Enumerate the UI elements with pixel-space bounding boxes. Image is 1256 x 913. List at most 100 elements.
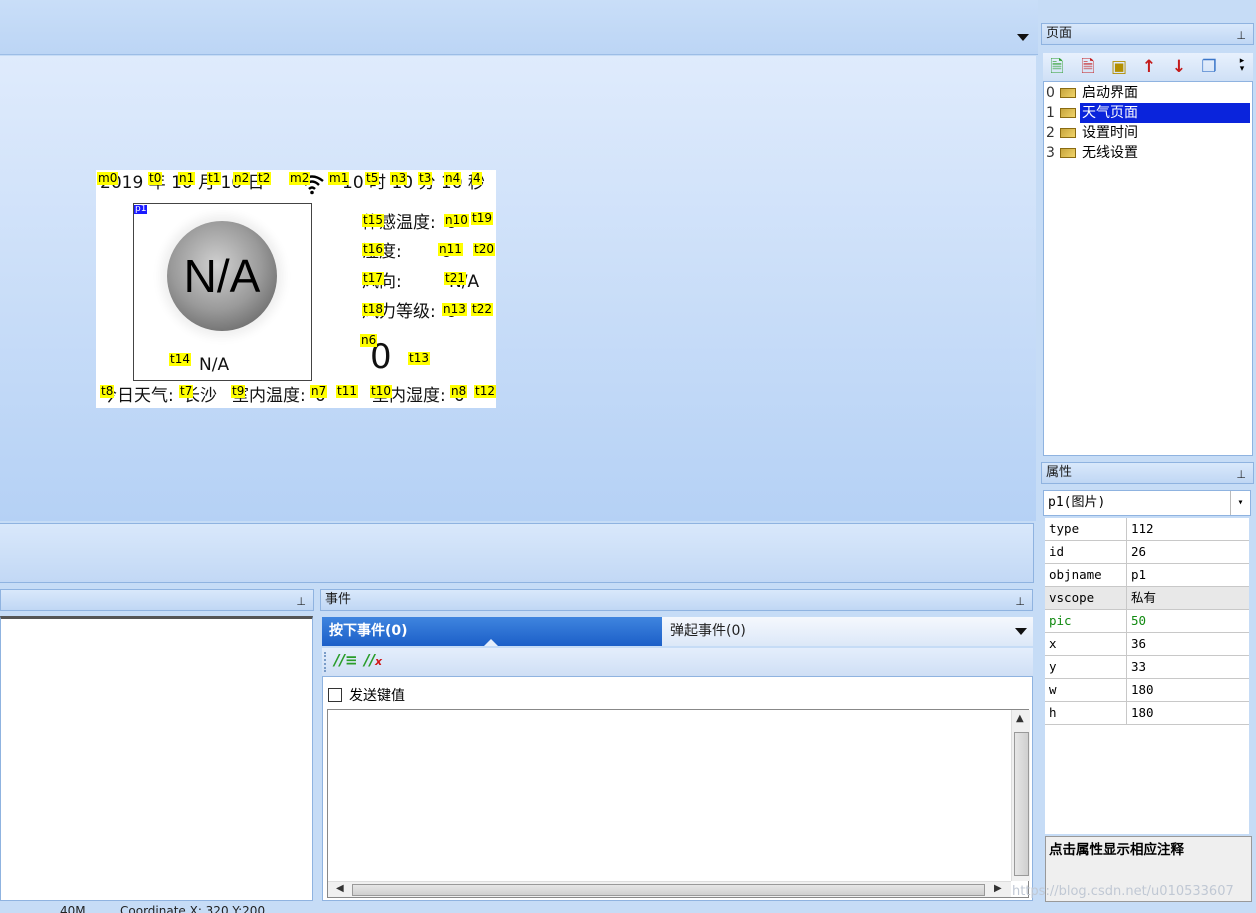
prop-row[interactable]: id 26 — [1045, 541, 1249, 564]
chevron-down-icon[interactable] — [1015, 628, 1027, 635]
prop-row[interactable]: objname p1 — [1045, 564, 1249, 587]
component-tag[interactable]: t0 — [148, 172, 163, 185]
memory-text: 40M — [60, 904, 86, 913]
component-tag[interactable]: m0 — [97, 172, 119, 185]
component-tag[interactable]: n2 — [233, 172, 251, 185]
component-tag[interactable]: t16 — [362, 243, 384, 256]
component-tag[interactable]: t8 — [100, 385, 115, 398]
chevron-down-icon[interactable]: ▾ — [1230, 491, 1250, 515]
picture-text: N/A — [183, 250, 261, 302]
page-item[interactable]: 2 设置时间 — [1046, 123, 1140, 143]
canvas-lower-strip — [0, 523, 1034, 583]
prop-row[interactable]: x 36 — [1045, 633, 1249, 656]
pages-list: 0 启动界面 1 天气页面 2 设置时间 3 无线设置 — [1043, 81, 1253, 456]
output-panel-header: ⊥ — [0, 589, 314, 611]
object-select-value: p1(图片) — [1048, 495, 1106, 510]
event-code-editor[interactable]: ▲ ◀ ▶ — [327, 709, 1030, 898]
component-tag[interactable]: t7 — [179, 385, 194, 398]
component-tag[interactable]: t22 — [471, 303, 493, 316]
component-tag[interactable]: t20 — [473, 243, 495, 256]
object-select[interactable]: p1(图片) ▾ — [1043, 490, 1251, 516]
status-bar: 40M Coordinate X: 320 Y:200 — [0, 903, 1256, 913]
pin-icon[interactable]: ᅟ⊥ — [1226, 26, 1246, 46]
weather-caption: N/A — [199, 355, 230, 375]
component-tag[interactable]: n6 — [360, 334, 378, 347]
events-panel-title: 事件 — [325, 592, 352, 607]
page-icon — [1060, 88, 1076, 98]
tab-release-event[interactable]: 弹起事件(0) — [662, 617, 1033, 646]
component-tag[interactable]: t3 — [418, 172, 433, 185]
output-panel[interactable] — [0, 616, 313, 901]
prop-row[interactable]: w 180 — [1045, 679, 1249, 702]
component-tag[interactable]: t9 — [231, 385, 246, 398]
component-tag[interactable]: n3 — [390, 172, 408, 185]
component-tag[interactable]: n11 — [438, 243, 463, 256]
prop-row[interactable]: pic 50 — [1045, 610, 1249, 633]
chevron-down-icon[interactable] — [1017, 34, 1029, 41]
component-tag[interactable]: t14 — [169, 353, 191, 366]
page-item-selected[interactable]: 1 天气页面 — [1046, 103, 1250, 123]
scroll-thumb[interactable] — [352, 884, 985, 896]
pages-panel-title: 页面 — [1046, 26, 1073, 41]
component-tag[interactable]: m2 — [289, 172, 311, 185]
time-text: 10 时 10 分 10 秒 — [342, 173, 485, 193]
component-tag[interactable]: n7 — [310, 385, 328, 398]
component-tag[interactable]: t10 — [370, 385, 392, 398]
send-key-checkbox[interactable] — [328, 688, 342, 702]
component-tag[interactable]: n8 — [450, 385, 468, 398]
component-tag[interactable]: t18 — [362, 303, 384, 316]
pages-toolbar: 🗎 🗎 ▣ ↑ ↓ ❐ ▸ ▾ — [1043, 53, 1253, 81]
component-tag[interactable]: t15 — [362, 214, 384, 227]
component-tag[interactable]: n1 — [178, 172, 196, 185]
component-tag[interactable]: n10 — [444, 214, 469, 227]
scroll-thumb[interactable] — [1014, 732, 1029, 876]
component-tag[interactable]: m1 — [328, 172, 350, 185]
component-tag[interactable]: 4 — [472, 172, 482, 185]
page-item[interactable]: 0 启动界面 — [1046, 83, 1140, 103]
add-page-icon[interactable]: 🗎 — [1047, 57, 1067, 77]
send-key-label: 发送键值 — [349, 688, 405, 704]
uncomment-icon[interactable]: //x — [364, 651, 382, 669]
device-screen[interactable]: 2019 年 10 月 10 日 10 时 10 分 10 秒 N/A N/A … — [96, 170, 496, 408]
component-tag[interactable]: n13 — [442, 303, 467, 316]
copy-page-icon[interactable]: ❐ — [1199, 57, 1219, 77]
component-tag[interactable]: t11 — [336, 385, 358, 398]
props-table: type 112 id 26 objname p1 vscope 私有 pic 50 x3… — [1045, 518, 1249, 834]
component-tag[interactable]: t21 — [444, 272, 466, 285]
component-tag[interactable]: t2 — [257, 172, 272, 185]
component-tag[interactable]: t19 — [471, 212, 493, 225]
pin-icon[interactable]: ⊥ — [1015, 592, 1025, 612]
props-panel-header: 属性 ⊥ — [1041, 462, 1254, 484]
events-body: 发送键值 ▲ ◀ ▶ — [322, 676, 1033, 901]
weather-picture-p1[interactable]: N/A N/A — [133, 203, 312, 381]
toolbar-overflow-icon[interactable]: ▸ ▾ — [1237, 57, 1247, 77]
import-page-icon[interactable]: ▣ — [1109, 57, 1129, 77]
delete-page-icon[interactable]: 🗎 — [1078, 57, 1098, 77]
page-item[interactable]: 3 无线设置 — [1046, 143, 1140, 163]
component-tag[interactable]: p1 — [134, 205, 148, 214]
move-down-icon[interactable]: ↓ — [1169, 57, 1189, 77]
tab-press-event[interactable]: 按下事件(0) — [322, 617, 662, 646]
component-tag[interactable]: t5 — [365, 172, 380, 185]
props-panel-title: 属性 — [1046, 465, 1073, 480]
pin-icon[interactable]: ⊥ — [296, 592, 306, 612]
moon-image: N/A — [167, 221, 277, 331]
comment-icon[interactable]: //≡ — [334, 651, 358, 669]
component-tag[interactable]: n4 — [444, 172, 462, 185]
prop-row[interactable]: vscope 私有 — [1045, 587, 1249, 610]
scroll-left-icon[interactable]: ◀ — [336, 883, 344, 894]
prop-row[interactable]: type 112 — [1045, 518, 1249, 541]
component-tag[interactable]: t1 — [207, 172, 222, 185]
pin-icon[interactable]: ⊥ — [1236, 465, 1246, 485]
horizontal-scrollbar[interactable]: ◀ ▶ — [328, 881, 1011, 897]
scroll-up-icon[interactable]: ▲ — [1016, 713, 1024, 724]
move-up-icon[interactable]: ↑ — [1139, 57, 1159, 77]
prop-row[interactable]: y 33 — [1045, 656, 1249, 679]
scroll-right-icon[interactable]: ▶ — [994, 883, 1002, 894]
component-tag[interactable]: t17 — [362, 272, 384, 285]
component-tag[interactable]: t13 — [408, 352, 430, 365]
component-tag[interactable]: t12 — [474, 385, 496, 398]
events-tabs: 按下事件(0) 弹起事件(0) — [322, 617, 1033, 646]
vertical-scrollbar[interactable]: ▲ — [1011, 710, 1030, 881]
prop-row[interactable]: h 180 — [1045, 702, 1249, 725]
